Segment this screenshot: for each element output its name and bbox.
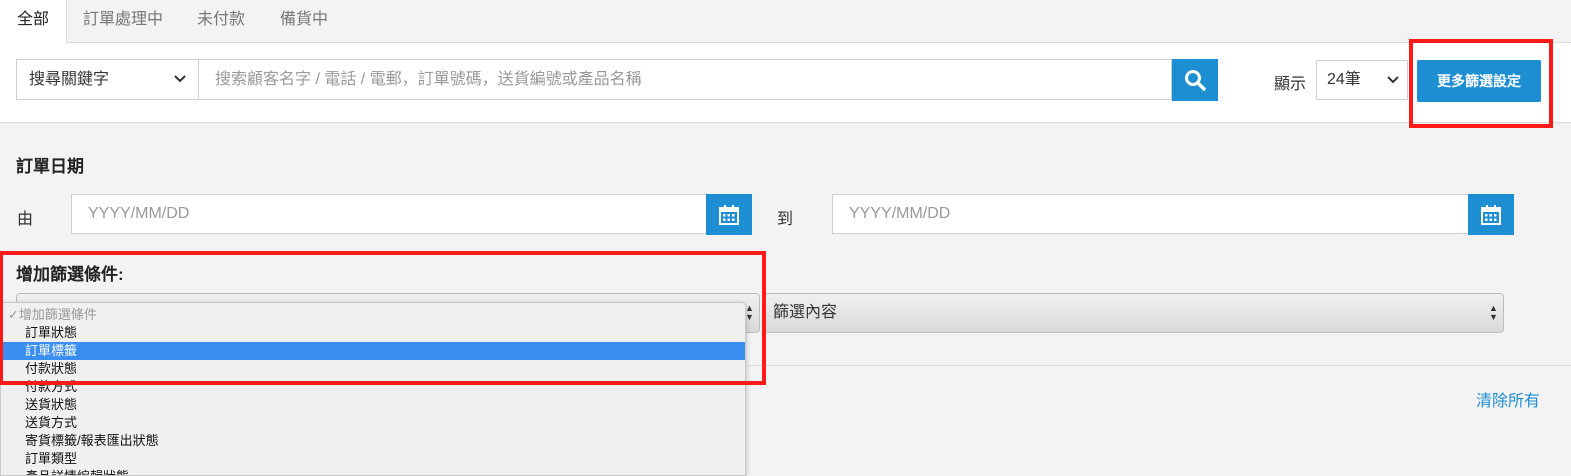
dropdown-option-order-type[interactable]: 訂單類型 <box>1 450 745 468</box>
search-button[interactable] <box>1172 59 1218 101</box>
tab-processing[interactable]: 訂單處理中 <box>66 0 180 43</box>
order-tabs: 全部 訂單處理中 未付款 備貨中 <box>0 0 1571 44</box>
filter-content-select[interactable]: 篩選內容 ▲ ▼ <box>764 293 1504 333</box>
select-arrows-icon: ▲ ▼ <box>1489 303 1498 322</box>
keyword-type-label: 搜尋關鍵字 <box>29 71 110 88</box>
dropdown-option-delivery-status[interactable]: 送貨狀態 <box>1 396 745 414</box>
clear-all-link[interactable]: 清除所有 <box>1476 387 1540 411</box>
chevron-down-icon <box>1387 61 1399 113</box>
dropdown-option-label-export-status[interactable]: 寄貨標籤/報表匯出狀態 <box>1 432 745 450</box>
date-from-label: 由 <box>17 211 34 228</box>
dropdown-option-product-edit-status[interactable]: 產品詳情編輯狀態 <box>1 468 745 475</box>
tab-preparing[interactable]: 備貨中 <box>263 0 345 43</box>
date-to-calendar-button[interactable] <box>1468 194 1514 235</box>
date-from-calendar-button[interactable] <box>706 194 752 235</box>
chevron-down-icon <box>174 60 186 114</box>
search-input[interactable]: 搜索顧客名字 / 電話 / 電郵，訂單號碼，送貨編號或產品名稱 <box>199 59 1172 100</box>
tab-all[interactable]: 全部 <box>0 0 68 44</box>
calendar-icon <box>719 204 739 225</box>
filter-content-label: 篩選內容 <box>773 304 838 321</box>
date-from-input[interactable]: YYYY/MM/DD <box>71 194 707 234</box>
tab-unpaid[interactable]: 未付款 <box>180 0 262 43</box>
date-to-input[interactable]: YYYY/MM/DD <box>832 194 1469 234</box>
display-count-select[interactable]: 24筆 <box>1316 60 1408 100</box>
annotation-box-more-filters <box>1409 39 1553 128</box>
order-date-title: 訂單日期 <box>16 157 84 176</box>
keyword-type-select[interactable]: 搜尋關鍵字 <box>16 59 199 100</box>
calendar-icon <box>1481 204 1501 225</box>
search-icon <box>1185 70 1206 91</box>
search-bar: 搜尋關鍵字 搜索顧客名字 / 電話 / 電郵，訂單號碼，送貨編號或產品名稱 顯示… <box>0 43 1571 123</box>
dropdown-option-delivery-method[interactable]: 送貨方式 <box>1 414 745 432</box>
date-to-label: 到 <box>777 211 794 228</box>
display-count-label: 顯示 <box>1274 76 1307 93</box>
annotation-box-add-filter <box>0 251 766 385</box>
display-count-value: 24筆 <box>1327 71 1361 88</box>
